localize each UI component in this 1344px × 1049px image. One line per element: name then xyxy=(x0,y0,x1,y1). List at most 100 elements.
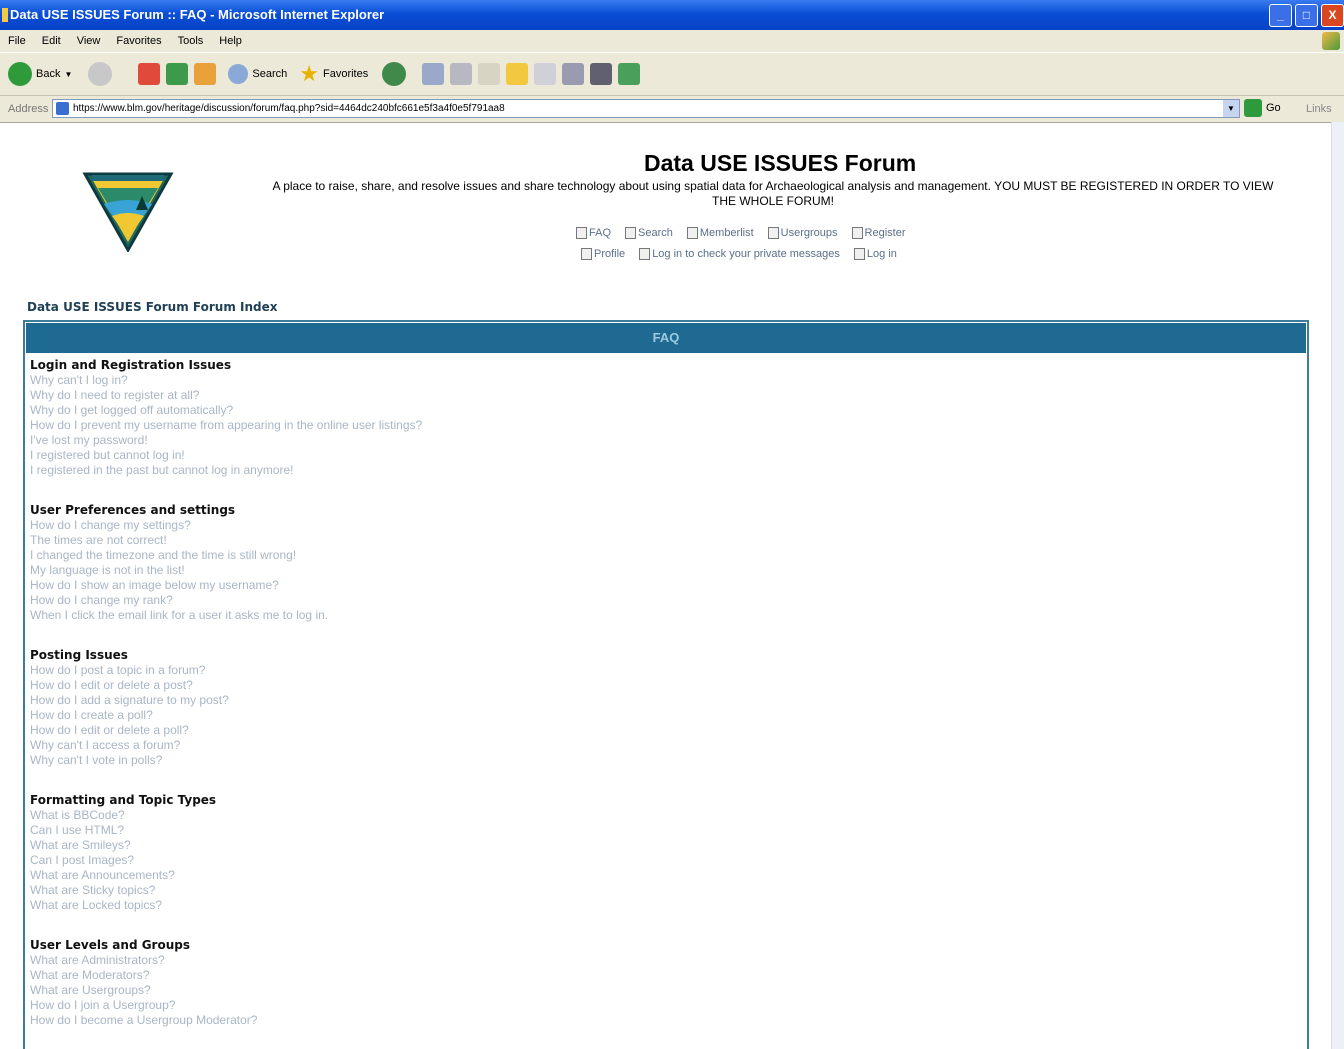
page-content: Data USE ISSUES Forum A place to raise, … xyxy=(10,140,1322,1049)
mail-icon[interactable] xyxy=(422,63,445,85)
faq-link[interactable]: How do I add a signature to my post? xyxy=(30,693,229,708)
faq-link[interactable]: Why can't I vote in polls? xyxy=(30,753,229,768)
toolbar: Back ▼ Search ★ Favorites xyxy=(0,52,1344,96)
faq-link[interactable]: What are Administrators? xyxy=(30,953,257,968)
faq-link[interactable]: When I click the email link for a user i… xyxy=(30,608,328,623)
nav-usergroups[interactable]: Usergroups xyxy=(767,227,838,239)
section-title: Login and Registration Issues xyxy=(30,358,232,372)
faq-link[interactable]: Can I use HTML? xyxy=(30,823,216,838)
users-icon[interactable] xyxy=(618,63,641,85)
menu-help[interactable]: Help xyxy=(211,35,250,47)
memberlist-icon xyxy=(686,227,698,239)
faq-link[interactable]: Why do I get logged off automatically? xyxy=(30,403,422,418)
nav-row-main: FAQ Search Memberlist Usergroups Registe… xyxy=(576,227,906,239)
go-label: Go xyxy=(1266,102,1281,114)
search-label: Search xyxy=(252,68,288,80)
faq-link[interactable]: My language is not in the list! xyxy=(30,563,328,578)
menu-edit[interactable]: Edit xyxy=(34,35,69,47)
section-title: User Levels and Groups xyxy=(30,938,190,952)
messenger-icon[interactable] xyxy=(534,63,557,85)
title-bar[interactable]: Data USE ISSUES Forum :: FAQ - Microsoft… xyxy=(0,0,1344,30)
faq-link[interactable]: What are Moderators? xyxy=(30,968,257,983)
media-icon[interactable] xyxy=(590,63,613,85)
forward-arrow-icon[interactable] xyxy=(88,62,113,86)
faq-link[interactable]: I registered in the past but cannot log … xyxy=(30,463,422,478)
faq-link[interactable]: How do I join a Usergroup? xyxy=(30,998,257,1013)
nav-search-label: Search xyxy=(638,227,673,239)
page-icon xyxy=(56,102,69,115)
faq-link[interactable]: What is BBCode? xyxy=(30,808,216,823)
faq-link[interactable]: Why can't I log in? xyxy=(30,373,422,388)
faq-link[interactable]: How do I edit or delete a poll? xyxy=(30,723,229,738)
faq-link[interactable]: What are Usergroups? xyxy=(30,983,257,998)
search-icon xyxy=(625,227,637,239)
menu-view[interactable]: View xyxy=(69,35,109,47)
research-icon[interactable] xyxy=(562,63,585,85)
faq-link[interactable]: How do I create a poll? xyxy=(30,708,229,723)
address-url[interactable]: https://www.blm.gov/heritage/discussion/… xyxy=(73,103,505,114)
back-label: Back xyxy=(36,68,61,80)
browser-window: Data USE ISSUES Forum :: FAQ - Microsoft… xyxy=(0,0,1344,1049)
edit-icon[interactable] xyxy=(478,63,501,85)
faq-link[interactable]: How do I show an image below my username… xyxy=(30,578,328,593)
faq-link[interactable]: How do I post a topic in a forum? xyxy=(30,663,229,678)
home-icon[interactable] xyxy=(194,63,217,85)
back-button[interactable]: Back ▼ xyxy=(8,62,72,86)
nav-login[interactable]: Log in xyxy=(853,248,897,260)
faq-link[interactable]: I've lost my password! xyxy=(30,433,422,448)
faq-link[interactable]: What are Announcements? xyxy=(30,868,216,883)
window-title: Data USE ISSUES Forum :: FAQ - Microsoft… xyxy=(10,7,385,22)
address-label: Address xyxy=(8,103,49,115)
faq-link[interactable]: How do I change my settings? xyxy=(30,518,328,533)
faq-link[interactable]: How do I change my rank? xyxy=(30,593,328,608)
menu-bar: File Edit View Favorites Tools Help xyxy=(0,30,1344,52)
profile-icon xyxy=(581,248,592,260)
faq-link[interactable]: Why do I need to register at all? xyxy=(30,388,422,403)
maximize-button[interactable]: □ xyxy=(1295,4,1318,27)
faq-link[interactable]: What are Sticky topics? xyxy=(30,883,216,898)
close-button[interactable]: X xyxy=(1321,4,1344,27)
faq-link[interactable]: Can I post Images? xyxy=(30,853,216,868)
nav-faq[interactable]: FAQ xyxy=(576,227,611,239)
site-description: A place to raise, share, and resolve iss… xyxy=(272,179,1274,208)
nav-memberlist-label: Memberlist xyxy=(699,227,754,239)
faq-link[interactable]: What are Smileys? xyxy=(30,838,216,853)
favorites-button[interactable]: ★ Favorites xyxy=(299,61,368,87)
links-button[interactable]: Links xyxy=(1306,103,1332,115)
minimize-button[interactable]: _ xyxy=(1269,4,1292,27)
history-icon[interactable] xyxy=(382,62,407,86)
nav-search[interactable]: Search xyxy=(625,227,673,239)
nav-private-messages-label: Log in to check your private messages xyxy=(652,248,840,260)
faq-link[interactable]: How do I become a Usergroup Moderator? xyxy=(30,1013,257,1028)
vertical-scrollbar[interactable] xyxy=(1331,122,1344,1049)
ie-icon xyxy=(2,8,8,22)
menu-tools[interactable]: Tools xyxy=(170,35,212,47)
faq-link[interactable]: How do I edit or delete a post? xyxy=(30,678,229,693)
star-icon: ★ xyxy=(299,61,319,86)
stop-icon[interactable] xyxy=(138,63,161,85)
address-input[interactable]: https://www.blm.gov/heritage/discussion/… xyxy=(52,99,1240,118)
search-button[interactable]: Search xyxy=(228,64,287,84)
faq-link[interactable]: The times are not correct! xyxy=(30,533,328,548)
breadcrumb[interactable]: Data USE ISSUES Forum Forum Index xyxy=(27,300,277,314)
print-icon[interactable] xyxy=(450,63,473,85)
section-title: Posting Issues xyxy=(30,648,128,662)
faq-link[interactable]: I changed the timezone and the time is s… xyxy=(30,548,328,563)
menu-favorites[interactable]: Favorites xyxy=(108,35,169,47)
nav-profile[interactable]: Profile xyxy=(581,248,625,260)
nav-private-messages[interactable]: Log in to check your private messages xyxy=(639,248,840,260)
faq-link[interactable]: Why can't I access a forum? xyxy=(30,738,229,753)
faq-link[interactable]: How do I prevent my username from appear… xyxy=(30,418,422,433)
faq-header: FAQ xyxy=(26,323,1306,353)
address-dropdown-icon[interactable]: ▼ xyxy=(1223,100,1239,117)
search-icon xyxy=(228,64,249,84)
section-title: User Preferences and settings xyxy=(30,503,236,517)
nav-memberlist[interactable]: Memberlist xyxy=(686,227,754,239)
folder-icon[interactable] xyxy=(506,63,529,85)
menu-file[interactable]: File xyxy=(0,35,34,47)
nav-register[interactable]: Register xyxy=(851,227,906,239)
faq-link[interactable]: What are Locked topics? xyxy=(30,898,216,913)
faq-link[interactable]: I registered but cannot log in! xyxy=(30,448,422,463)
go-button[interactable]: Go xyxy=(1244,99,1281,117)
refresh-icon[interactable] xyxy=(166,63,189,85)
